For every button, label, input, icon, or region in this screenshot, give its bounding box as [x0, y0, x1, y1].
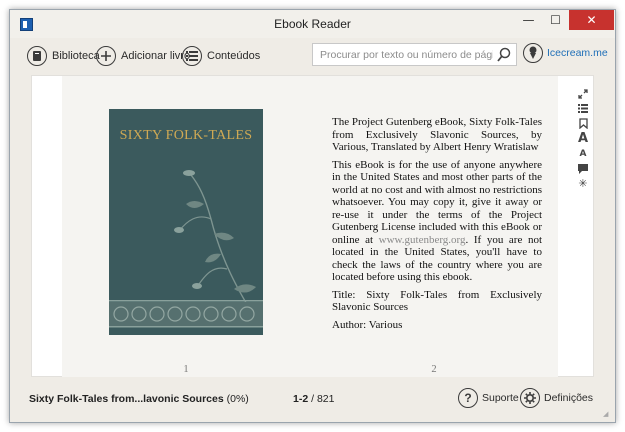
icecream-label: Icecream.me	[547, 47, 608, 59]
toolbar: Biblioteca Adicionar livro Conteúdos Ice…	[10, 38, 615, 74]
reading-area: SIXTY FOLK-TALES 1 The Project Gutenberg…	[31, 75, 594, 377]
plus-icon	[96, 46, 116, 66]
gear-icon	[520, 388, 540, 408]
minimize-button[interactable]: —	[515, 10, 542, 30]
support-label: Suporte	[482, 392, 519, 404]
maximize-button[interactable]: ☐	[542, 10, 569, 30]
right-page[interactable]: The Project Gutenberg eBook, Sixty Folk-…	[310, 76, 558, 377]
resize-grip[interactable]: ◢	[603, 410, 611, 418]
library-label: Biblioteca	[52, 50, 100, 62]
intro-paragraph: The Project Gutenberg eBook, Sixty Folk-…	[332, 116, 542, 153]
contents-label: Conteúdos	[207, 50, 261, 62]
side-toolbar: A A ✳	[576, 86, 590, 191]
author-line: Author: Various	[332, 318, 403, 331]
book-cover: SIXTY FOLK-TALES	[109, 109, 263, 335]
cover-title: SIXTY FOLK-TALES	[119, 128, 253, 143]
icecream-icon	[523, 43, 543, 63]
support-button[interactable]: ? Suporte	[458, 388, 519, 408]
status-bar: Sixty Folk-Tales from...lavonic Sources …	[10, 378, 615, 422]
gutenberg-link[interactable]: www.gutenberg.org	[379, 234, 466, 246]
left-page[interactable]: SIXTY FOLK-TALES 1	[62, 76, 310, 377]
search-button[interactable]	[495, 46, 513, 64]
add-book-label: Adicionar livro	[121, 50, 191, 62]
help-icon: ?	[458, 388, 478, 408]
font-small-icon[interactable]: A	[576, 146, 590, 161]
settings-label: Definições	[544, 392, 594, 404]
license-text: This eBook is for the use of anyone anyw…	[332, 158, 542, 246]
reading-progress: (0%)	[226, 393, 249, 405]
book-title: Sixty Folk-Tales from...lavonic Sources	[29, 393, 224, 405]
total-pages: / 821	[311, 393, 335, 405]
app-window: Ebook Reader — ☐ ✕ Biblioteca Adicionar …	[9, 9, 616, 423]
license-paragraph: This eBook is for the use of anyone anyw…	[332, 159, 542, 284]
book-status: Sixty Folk-Tales from...lavonic Sources …	[29, 393, 249, 405]
note-icon[interactable]	[576, 161, 590, 176]
font-size-icon[interactable]: A	[576, 131, 590, 146]
settings-button[interactable]: Definições	[520, 388, 593, 408]
list-icon[interactable]	[576, 101, 590, 116]
right-page-number: 2	[431, 364, 437, 375]
search-icon	[497, 47, 511, 62]
search-box	[312, 43, 517, 66]
contents-button[interactable]: Conteúdos	[182, 44, 260, 68]
search-input[interactable]	[313, 44, 493, 65]
add-book-button[interactable]: Adicionar livro	[96, 44, 190, 68]
fullscreen-icon[interactable]	[576, 86, 590, 101]
page-indicator: 1-2 / 821	[293, 393, 334, 405]
library-icon	[27, 46, 47, 66]
bookmark-icon[interactable]	[576, 116, 590, 131]
close-button[interactable]: ✕	[569, 10, 614, 30]
title-bar[interactable]: Ebook Reader — ☐ ✕	[10, 10, 615, 38]
list-icon	[182, 46, 202, 66]
library-button[interactable]: Biblioteca	[27, 44, 100, 68]
icecream-link[interactable]: Icecream.me	[523, 43, 608, 63]
left-page-number: 1	[183, 364, 189, 375]
title-line: Title: Sixty Folk-Tales from Exclusively…	[332, 288, 542, 314]
page-text: The Project Gutenberg eBook, Sixty Folk-…	[332, 116, 542, 336]
brightness-icon[interactable]: ✳	[576, 176, 590, 191]
current-pages: 1-2	[293, 393, 309, 405]
